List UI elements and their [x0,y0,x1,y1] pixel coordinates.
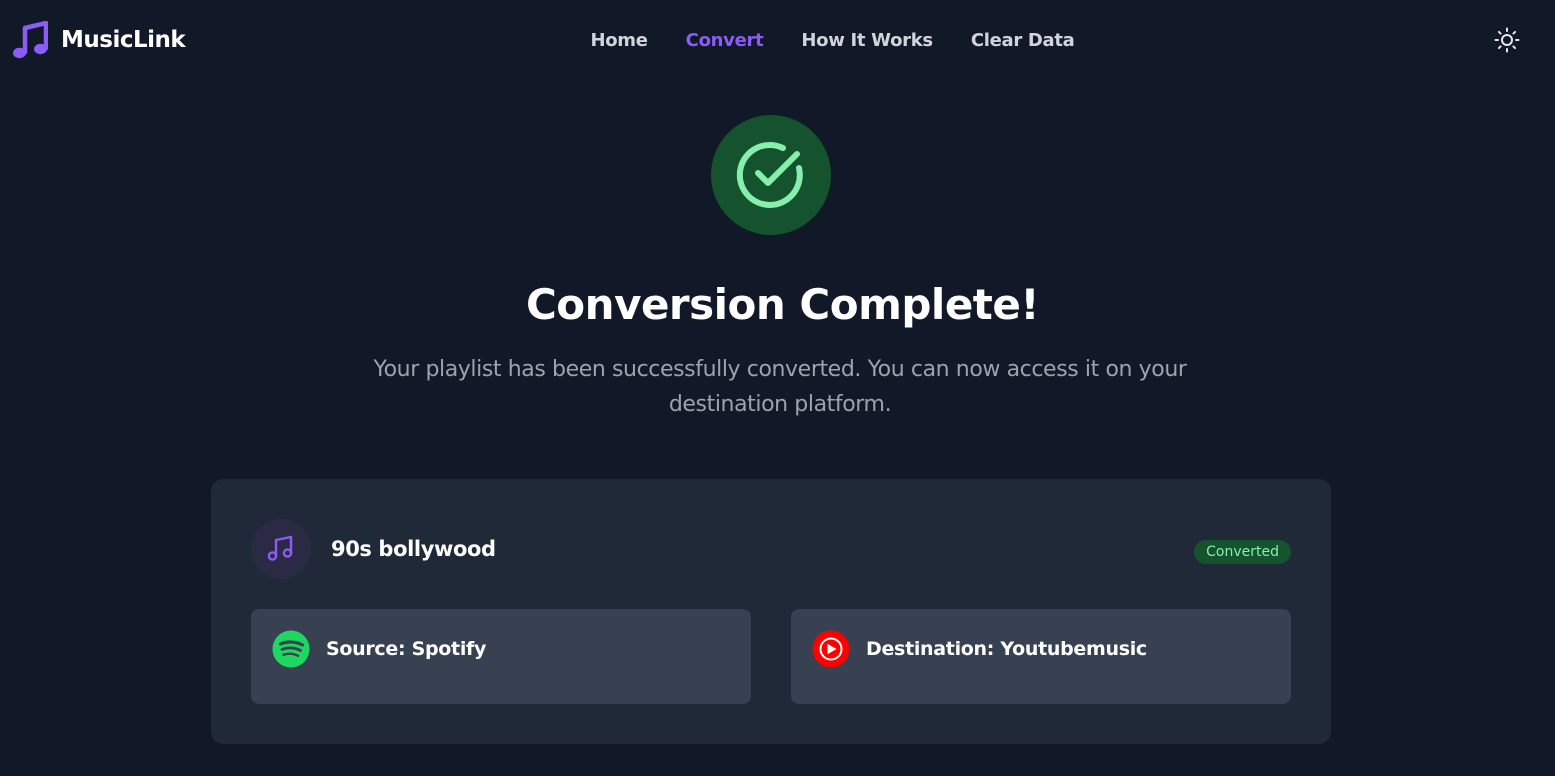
main-nav: Home Convert How It Works Clear Data [0,27,1555,55]
music-note-icon [267,535,293,561]
status-badge: Converted [1194,540,1291,564]
playlist-name: 90s bollywood [331,537,496,561]
spotify-icon [272,630,310,668]
nav-how-it-works-link[interactable]: How It Works [801,27,933,55]
nav-convert-link[interactable]: Convert [686,27,764,55]
nav-clear-data-link[interactable]: Clear Data [971,27,1075,55]
nav-home-link[interactable]: Home [590,27,648,55]
source-platform-label: Source: Spotify [326,638,487,660]
theme-toggle-button[interactable] [1490,23,1524,57]
page-subtitle: Your playlist has been successfully conv… [373,357,1187,417]
destination-platform-label: Destination: Youtubemusic [866,638,1147,660]
source-platform-panel: Source: Spotify [251,609,751,704]
check-circle-icon [736,141,803,208]
destination-platform-panel: Destination: Youtubemusic [791,609,1291,704]
page-title: Conversion Complete! [525,280,1040,329]
playlist-card: 90s bollywood Converted Source: Spotify … [211,479,1331,744]
youtube-music-icon [812,630,850,668]
playlist-avatar [251,519,311,579]
navbar: MusicLink Home Convert How It Works Clea… [0,0,1555,82]
sun-icon [1494,27,1520,53]
success-badge [711,115,831,235]
